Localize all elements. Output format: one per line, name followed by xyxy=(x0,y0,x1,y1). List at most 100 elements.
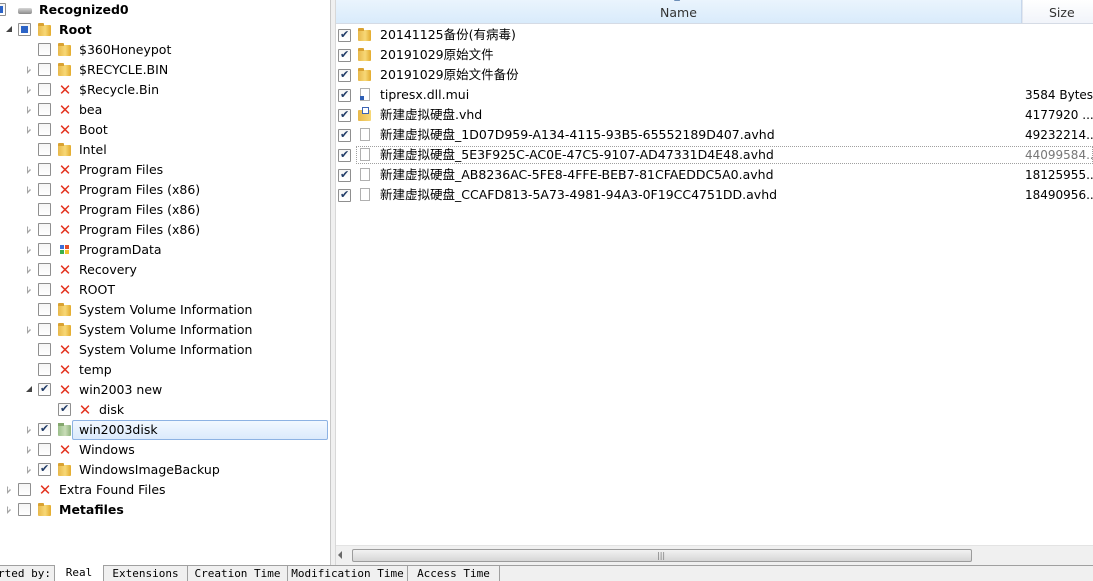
tree-item[interactable]: ✕ Program Files (x86) xyxy=(0,200,330,220)
list-item[interactable]: 新建虚拟硬盘_AB8236AC-5FE8-4FFE-BEB7-81CFAEDDC… xyxy=(336,165,1093,185)
expand-arrow-icon[interactable] xyxy=(26,265,34,274)
tree-checkbox[interactable] xyxy=(18,23,31,36)
tree-checkbox[interactable] xyxy=(38,223,51,236)
tree-item[interactable]: System Volume Information xyxy=(0,320,330,340)
tree-checkbox[interactable] xyxy=(38,203,51,216)
tree-checkbox[interactable] xyxy=(38,382,51,396)
tab-real[interactable]: Real xyxy=(54,565,104,581)
list-item[interactable]: tipresx.dll.mui 3584 Bytes xyxy=(336,85,1093,105)
expand-arrow-icon[interactable] xyxy=(26,325,34,334)
tree-item[interactable]: ✕ Windows xyxy=(0,440,330,460)
expand-arrow-icon[interactable] xyxy=(26,245,34,254)
scrollbar-thumb[interactable]: ||| xyxy=(352,549,972,562)
tree-checkbox[interactable] xyxy=(38,323,51,336)
list-checkbox[interactable] xyxy=(338,108,351,122)
column-header-size[interactable]: Size xyxy=(1022,0,1093,23)
tree-item[interactable]: ✕ disk xyxy=(0,400,330,420)
column-header-name[interactable]: ▲ Name xyxy=(336,0,1022,23)
tree-item[interactable]: ✕ ROOT xyxy=(0,280,330,300)
expand-arrow-icon[interactable] xyxy=(26,425,34,434)
list-item[interactable]: 新建虚拟硬盘_1D07D959-A134-4115-93B5-65552189D… xyxy=(336,125,1093,145)
list-checkbox[interactable] xyxy=(338,168,351,182)
tree-item[interactable]: ✕ Program Files xyxy=(0,160,330,180)
expand-arrow-icon[interactable] xyxy=(26,65,34,74)
tree-item[interactable]: $RECYCLE.BIN xyxy=(0,60,330,80)
list-item[interactable]: 新建虚拟硬盘_CCAFD813-5A73-4981-94A3-0F19CC475… xyxy=(336,185,1093,205)
tree-checkbox[interactable] xyxy=(18,503,31,516)
folder-tree[interactable]: Recognized0 Root $360Honeypot $RECYCLE.BIN ✕… xyxy=(0,0,330,565)
expand-arrow-icon[interactable] xyxy=(26,105,34,114)
tree-item[interactable]: ✕ $Recycle.Bin xyxy=(0,80,330,100)
list-checkbox[interactable] xyxy=(338,48,351,62)
tree-item[interactable]: Intel xyxy=(0,140,330,160)
tree-checkbox[interactable] xyxy=(38,363,51,376)
tree-checkbox[interactable] xyxy=(38,243,51,256)
tree-checkbox[interactable] xyxy=(38,343,51,356)
tree-item[interactable]: Recognized0 xyxy=(0,0,330,20)
list-checkbox[interactable] xyxy=(338,148,351,162)
tree-item[interactable]: ✕ bea xyxy=(0,100,330,120)
tree-checkbox[interactable] xyxy=(18,483,31,496)
list-checkbox[interactable] xyxy=(338,88,351,102)
tree-item[interactable]: WindowsImageBackup xyxy=(0,460,330,480)
expand-arrow-icon[interactable] xyxy=(26,165,34,174)
tree-checkbox[interactable] xyxy=(38,123,51,136)
tree-checkbox[interactable] xyxy=(38,283,51,296)
expand-arrow-icon[interactable] xyxy=(26,465,34,474)
expand-arrow-icon[interactable] xyxy=(26,185,34,194)
tree-item[interactable]: ProgramData xyxy=(0,240,330,260)
collapse-arrow-icon[interactable] xyxy=(6,25,14,34)
tree-checkbox[interactable] xyxy=(38,443,51,456)
tree-item[interactable]: ✕ Recovery xyxy=(0,260,330,280)
tree-item[interactable]: ✕ Extra Found Files xyxy=(0,480,330,500)
expand-arrow-icon[interactable] xyxy=(26,285,34,294)
tree-checkbox[interactable] xyxy=(58,402,71,416)
tree-checkbox[interactable] xyxy=(38,103,51,116)
list-item[interactable]: 20191029原始文件 xyxy=(336,45,1093,65)
tree-checkbox[interactable] xyxy=(38,303,51,316)
tab-access-time[interactable]: Access Time xyxy=(408,566,500,581)
tree-checkbox[interactable] xyxy=(0,3,6,16)
horizontal-scrollbar[interactable]: ||| xyxy=(336,545,1093,565)
tree-item[interactable]: win2003disk xyxy=(0,420,330,440)
tree-checkbox[interactable] xyxy=(38,63,51,76)
list-item[interactable]: 20191029原始文件备份 xyxy=(336,65,1093,85)
list-item[interactable]: 新建虚拟硬盘.vhd 4177920 ... xyxy=(336,105,1093,125)
expand-arrow-icon[interactable] xyxy=(6,505,14,514)
tree-item[interactable]: $360Honeypot xyxy=(0,40,330,60)
list-checkbox[interactable] xyxy=(338,28,351,42)
expand-arrow-icon[interactable] xyxy=(26,225,34,234)
tree-item[interactable]: ✕ Boot xyxy=(0,120,330,140)
tree-checkbox[interactable] xyxy=(38,263,51,276)
expand-arrow-icon[interactable] xyxy=(6,485,14,494)
tree-checkbox[interactable] xyxy=(38,83,51,96)
tree-item[interactable]: ✕ Program Files (x86) xyxy=(0,180,330,200)
list-item[interactable]: 20141125备份(有病毒) xyxy=(336,25,1093,45)
file-list[interactable]: ▲ Name Size 20141125备份(有病毒) 20191029原始文件 2… xyxy=(336,0,1093,565)
collapse-arrow-icon[interactable] xyxy=(26,385,34,394)
tree-item[interactable]: ✕ Program Files (x86) xyxy=(0,220,330,240)
tree-checkbox[interactable] xyxy=(38,422,51,436)
tree-checkbox[interactable] xyxy=(38,183,51,196)
list-checkbox[interactable] xyxy=(338,128,351,142)
list-checkbox[interactable] xyxy=(338,68,351,82)
expand-arrow-icon[interactable] xyxy=(26,445,34,454)
expand-arrow-icon[interactable] xyxy=(26,85,34,94)
tree-item[interactable]: ✕ System Volume Information xyxy=(0,340,330,360)
scroll-left-arrow-icon[interactable] xyxy=(338,551,342,559)
tree-checkbox[interactable] xyxy=(38,143,51,156)
tree-checkbox[interactable] xyxy=(38,43,51,56)
tree-checkbox[interactable] xyxy=(38,163,51,176)
expand-arrow-icon[interactable] xyxy=(26,125,34,134)
tab-extensions[interactable]: Extensions xyxy=(104,566,188,581)
tree-item[interactable]: ✕ temp xyxy=(0,360,330,380)
tree-item[interactable]: Root xyxy=(0,20,330,40)
list-item[interactable]: 新建虚拟硬盘_5E3F925C-AC0E-47C5-9107-AD47331D4… xyxy=(336,145,1093,165)
tree-item[interactable]: Metafiles xyxy=(0,500,330,520)
tree-item[interactable]: ✕ win2003 new xyxy=(0,380,330,400)
list-checkbox[interactable] xyxy=(338,188,351,202)
tree-checkbox[interactable] xyxy=(38,462,51,476)
tree-item[interactable]: System Volume Information xyxy=(0,300,330,320)
tab-modification-time[interactable]: Modification Time xyxy=(288,566,408,581)
tab-creation-time[interactable]: Creation Time xyxy=(188,566,288,581)
